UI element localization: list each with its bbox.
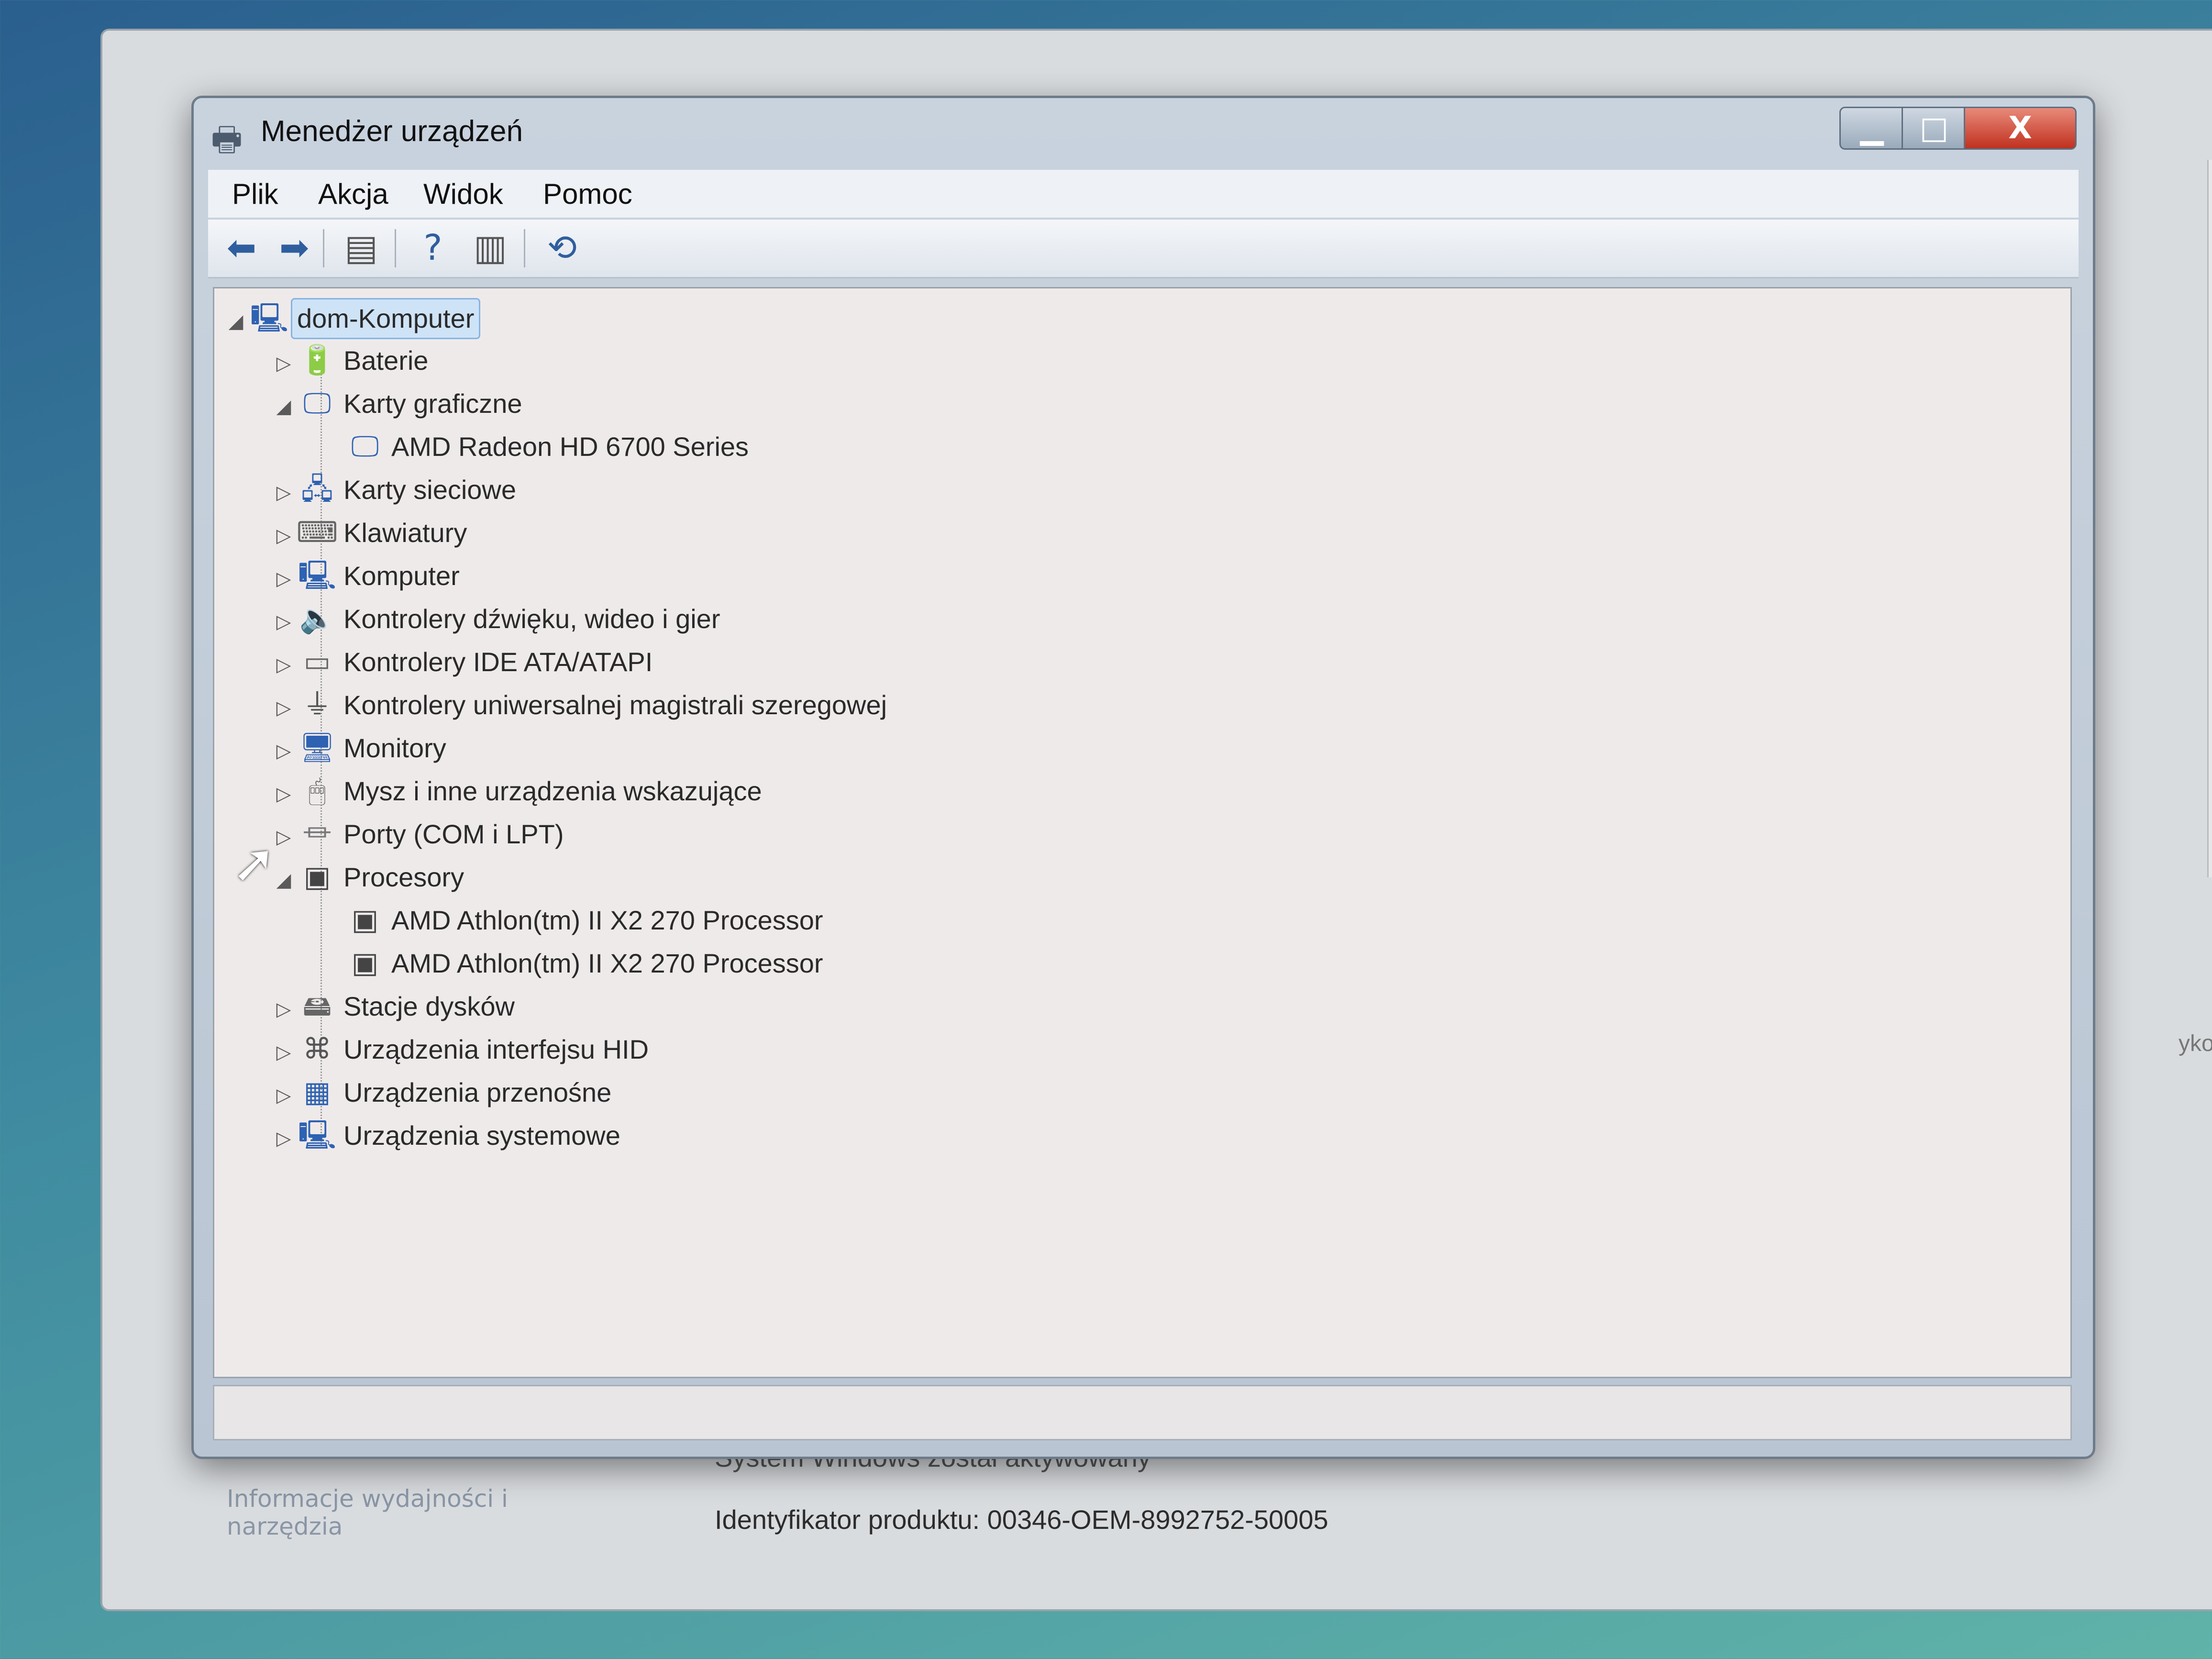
window-title: Menedżer urządzeń [261, 115, 523, 148]
tree-node-karty-graficzne[interactable]: ◢ 🖵 Karty graficzne [272, 384, 527, 422]
disk-drive-icon: 🖴 [302, 990, 332, 1022]
scan-hardware-icon[interactable]: ⟲ [538, 226, 586, 269]
maximize-button[interactable]: □ [1902, 107, 1967, 150]
tree-node-klawiatury[interactable]: ▷ ⌨ Klawiatury [272, 513, 472, 552]
tree-node-kontrolery-usb[interactable]: ▷ ⏚ Kontrolery uniwersalnej magistrali sze… [272, 686, 892, 724]
menu-pomoc[interactable]: Pomoc [543, 177, 632, 210]
collapse-arrow-icon[interactable]: ◢ [224, 302, 248, 341]
tree-root-label: dom-Komputer [291, 298, 481, 339]
expand-arrow-icon[interactable]: ▷ [272, 775, 296, 813]
display-adapter-icon: 🖵 [351, 430, 379, 462]
computer-icon: 🖳 [250, 302, 289, 334]
tree-root[interactable]: ◢ 🖳 dom-Komputer [224, 298, 481, 339]
speaker-icon: 🔈 [299, 602, 335, 634]
hid-icon: ⌘ [303, 1033, 332, 1065]
device-manager-window: 🖶 Menedżer urządzeń ▁ □ X Plik Akcja Wid… [191, 96, 2095, 1459]
tree-node-karty-sieciowe[interactable]: ▷ 🖧 Karty sieciowe [272, 470, 521, 509]
tree-node-komputer[interactable]: ▷ 🖳 Komputer [272, 556, 465, 595]
tree-node-kontrolery-dzwieku[interactable]: ▷ 🔈 Kontrolery dźwięku, wideo i gier [272, 599, 725, 638]
forward-arrow-icon[interactable]: ➡ [270, 226, 318, 269]
tree-node-porty[interactable]: ▷ ⏛ Porty (COM i LPT) [272, 815, 568, 853]
menu-bar: Plik Akcja Widok Pomoc [208, 170, 2079, 218]
expand-arrow-icon[interactable]: ▷ [272, 646, 296, 684]
title-bar[interactable]: 🖶 Menedżer urządzeń ▁ □ X [194, 98, 2093, 165]
tree-node-urzadzenia-przenosne[interactable]: ▷ ▦ Urządzenia przenośne [272, 1073, 616, 1111]
toolbar-separator [524, 229, 525, 267]
port-icon: ⏛ [303, 818, 332, 850]
display-adapter-icon: 🖵 [303, 387, 331, 419]
toolbar-separator [395, 229, 396, 267]
expand-arrow-icon[interactable]: ▷ [272, 990, 296, 1029]
monitor-icon: 🖥 [299, 731, 336, 763]
tree-node-procesory[interactable]: ◢ ▣ Procesory [272, 858, 469, 896]
expand-arrow-icon[interactable]: ▷ [272, 517, 296, 555]
ide-controller-icon: ▭ [303, 645, 331, 677]
expand-arrow-icon[interactable]: ▷ [272, 1033, 296, 1072]
network-icon: 🖧 [301, 473, 333, 505]
collapse-arrow-icon[interactable]: ◢ [272, 387, 296, 426]
menu-widok[interactable]: Widok [423, 177, 503, 210]
expand-arrow-icon[interactable]: ▷ [272, 603, 296, 641]
portable-device-icon: ▦ [303, 1076, 331, 1108]
help-icon[interactable]: ? [409, 226, 457, 269]
menu-plik[interactable]: Plik [232, 177, 278, 210]
tree-node-kontrolery-ide[interactable]: ▷ ▭ Kontrolery IDE ATA/ATAPI [272, 642, 657, 681]
performance-info-link[interactable]: Informacje wydajności i narzędzia [227, 1485, 562, 1540]
system-device-icon: 🖳 [298, 1119, 337, 1151]
expand-arrow-icon[interactable]: ▷ [272, 474, 296, 512]
expand-arrow-icon[interactable]: ▷ [272, 344, 296, 383]
back-arrow-icon[interactable]: ⬅ [218, 226, 265, 269]
view-icon[interactable]: ▥ [466, 226, 514, 269]
expand-arrow-icon[interactable]: ▷ [272, 1119, 296, 1158]
processor-icon: ▣ [303, 861, 331, 893]
background-panel-strip [2207, 160, 2212, 877]
processor-icon: ▣ [351, 947, 379, 979]
menu-akcja[interactable]: Akcja [318, 177, 388, 210]
usb-icon: ⏚ [303, 688, 332, 720]
expand-arrow-icon[interactable]: ▷ [272, 1076, 296, 1115]
tree-node-stacje-dyskow[interactable]: ▷ 🖴 Stacje dysków [272, 987, 520, 1025]
partial-background-text: ykowego [2179, 1031, 2212, 1056]
mouse-icon: 🖱 [309, 774, 326, 807]
device-tree: ◢ 🖳 dom-Komputer ▷ 🔋 Baterie ◢ 🖵 Karty graficz… [213, 287, 2072, 1378]
expand-arrow-icon[interactable]: ▷ [272, 689, 296, 727]
computer-icon: 🖳 [298, 559, 337, 591]
tree-node-baterie[interactable]: ▷ 🔋 Baterie [272, 341, 433, 379]
status-bar [213, 1385, 2072, 1440]
keyboard-icon: ⌨ [296, 516, 338, 548]
battery-icon: 🔋 [299, 344, 335, 376]
toolbar: ⬅ ➡ ▤ ? ▥ ⟲ [208, 220, 2079, 278]
expand-arrow-icon[interactable]: ▷ [272, 732, 296, 770]
close-button[interactable]: X [1964, 107, 2077, 150]
tree-node-monitory[interactable]: ▷ 🖥 Monitory [272, 729, 451, 767]
properties-icon[interactable]: ▤ [337, 226, 385, 269]
minimize-button[interactable]: ▁ [1839, 107, 1904, 150]
tree-child-gpu[interactable]: 🖵 AMD Radeon HD 6700 Series [320, 427, 753, 465]
tree-child-cpu[interactable]: ▣ AMD Athlon(tm) II X2 270 Processor [320, 901, 828, 939]
tree-node-mysz[interactable]: ▷ 🖱 Mysz i inne urządzenia wskazujące [272, 772, 767, 810]
tree-child-cpu[interactable]: ▣ AMD Athlon(tm) II X2 270 Processor [320, 944, 828, 982]
processor-icon: ▣ [351, 904, 379, 936]
device-manager-icon: 🖶 [211, 120, 243, 159]
mouse-cursor-icon: ➚ [232, 832, 276, 894]
product-id-text: Identyfikator produktu: 00346-OEM-899275… [715, 1504, 1328, 1535]
expand-arrow-icon[interactable]: ▷ [272, 560, 296, 598]
toolbar-separator [323, 229, 324, 267]
tree-node-hid[interactable]: ▷ ⌘ Urządzenia interfejsu HID [272, 1030, 653, 1068]
tree-node-urzadzenia-systemowe[interactable]: ▷ 🖳 Urządzenia systemowe [272, 1116, 625, 1154]
